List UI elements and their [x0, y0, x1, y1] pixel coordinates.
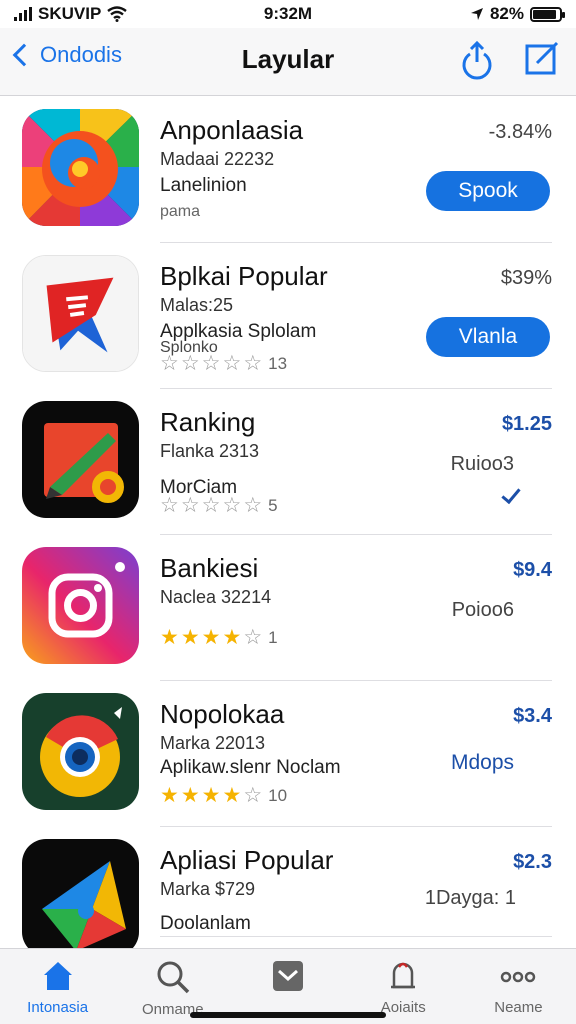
compose-icon[interactable] [524, 40, 560, 76]
carrier-label: SKUVIP [38, 4, 102, 23]
back-button-label: Ondodis [40, 42, 122, 67]
pen-tool-icon [22, 401, 139, 518]
list-item[interactable]: Ranking Flanka 2313 MorCiam ☆ ☆ ☆ ☆ ☆ 5 $1.2… [0, 389, 576, 535]
list-item[interactable]: Bankiesi Naclea 32214 ★ ★ ★ ★ ☆ 1 $9.4 Poioo… [0, 535, 576, 681]
app-price: $3.4 [513, 705, 552, 727]
app-meta: Marka 22013 [160, 733, 266, 753]
app-meta: Naclea 32214 [160, 587, 272, 607]
app-name: Bankiesi [160, 553, 259, 583]
app-category: Doolanlam [160, 913, 251, 934]
search-icon [157, 961, 190, 994]
rating-count: 13 [268, 354, 288, 373]
checkmark-icon[interactable] [501, 483, 521, 505]
list-item[interactable]: Nopolokaa Marka 22013 Aplikaw.slenr Nocl… [0, 681, 576, 827]
app-rank: Ruioo3 [450, 453, 514, 475]
app-price: $39% [500, 267, 552, 289]
home-indicator[interactable] [190, 1012, 386, 1018]
app-rank: 1Dayga: 1 [424, 887, 516, 909]
tab-home[interactable]: Intonasia [0, 949, 115, 1024]
tab-more[interactable]: Neame [461, 949, 576, 1024]
app-category: Lanelinion [160, 175, 247, 196]
app-price: $9.4 [513, 559, 552, 581]
star-rating: ☆ ☆ ☆ ☆ ☆ 5 [160, 494, 278, 517]
app-note: pama [160, 203, 201, 220]
list-item[interactable]: Anponlaasia Madaai 22232 Lanelinion pama… [0, 97, 576, 243]
tab-label: Intonasia [27, 999, 89, 1016]
tab-label: Aoiaits [380, 999, 426, 1016]
inbox-icon [273, 961, 303, 991]
page-title: Layular [241, 44, 335, 74]
get-button[interactable]: Vlanla [426, 317, 550, 357]
star-rating: ☆ ☆ ☆ ☆ ☆ 13 [160, 352, 288, 375]
app-name: Anponlaasia [160, 115, 304, 145]
chevron-left-icon [12, 43, 36, 67]
bell-icon [391, 962, 416, 989]
app-meta: Madaai 22232 [160, 149, 275, 169]
rating-count: 5 [268, 496, 278, 515]
app-category: Aplikaw.slenr Noclam [160, 757, 341, 778]
location-arrow-icon [470, 8, 483, 20]
signal-icon [14, 7, 32, 21]
colorful-swirl-icon [22, 109, 139, 226]
app-name: Bplkai Popular [160, 261, 328, 291]
red-ribbon-icon [22, 255, 139, 372]
app-label[interactable]: Mdops [451, 751, 514, 775]
chrome-browser-icon [22, 693, 139, 810]
app-price: $1.25 [501, 413, 552, 435]
app-name: Nopolokaa [160, 699, 285, 729]
app-rank: Poioo6 [451, 599, 514, 621]
app-meta: Marka $729 [160, 879, 256, 899]
back-button[interactable]: Ondodis [10, 42, 122, 68]
more-icon [501, 971, 536, 983]
share-icon[interactable] [458, 40, 496, 80]
navigation-bar: Ondodis Layular [0, 28, 576, 96]
app-name: Apliasi Popular [160, 845, 334, 875]
app-price: $2.3 [513, 851, 552, 873]
battery-percent: 82% [489, 4, 524, 23]
wifi-icon [107, 6, 128, 22]
rating-count: 10 [268, 786, 288, 805]
status-bar: SKUVIP 9:32M 82% [0, 0, 576, 28]
star-rating: ★ ★ ★ ★ ☆ 1 [160, 626, 278, 649]
app-list: Anponlaasia Madaai 22232 Lanelinion pama… [0, 97, 576, 956]
tab-bar: Intonasia Onmame Aoiaits Neame [0, 948, 576, 1024]
rating-count: 1 [268, 628, 278, 647]
star-rating: ★ ★ ★ ★ ☆ 10 [160, 784, 288, 807]
app-meta: Flanka 2313 [160, 441, 260, 461]
list-item[interactable]: Bplkai Popular Malas:25 Applkasia Splola… [0, 243, 576, 389]
google-play-icon [22, 839, 139, 956]
home-icon [43, 962, 72, 990]
list-item[interactable]: Apliasi Popular Marka $729 Doolanlam $2.… [0, 827, 576, 956]
tab-label: Neame [494, 999, 543, 1016]
instagram-camera-icon [22, 547, 139, 664]
get-button[interactable]: Spook [426, 171, 550, 211]
app-meta: Malas:25 [160, 295, 234, 315]
battery-icon [530, 6, 565, 22]
app-price: -3.84% [488, 121, 552, 143]
app-name: Ranking [160, 407, 256, 437]
clock: 9:32M [263, 4, 313, 23]
